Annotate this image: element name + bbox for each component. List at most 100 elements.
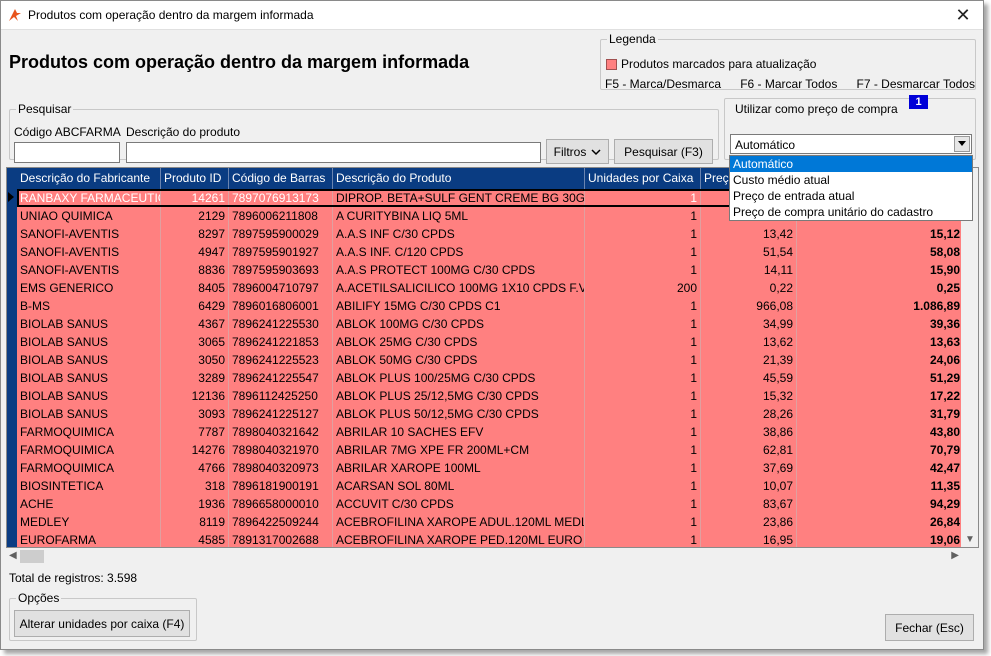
table-cell: 1 (585, 495, 701, 513)
horizontal-scroll-thumb[interactable] (20, 550, 44, 563)
chevron-down-icon (591, 148, 601, 155)
table-cell: 1 (585, 351, 701, 369)
table-cell: ABRILAR XAROPE 100ML (333, 459, 585, 477)
column-header[interactable]: Descrição do Fabricante (17, 168, 161, 189)
code-label: Código ABCFARMA (14, 125, 121, 139)
table-cell: ABLOK PLUS 50/12,5MG C/30 CPDS (333, 405, 585, 423)
search-button[interactable]: Pesquisar (F3) (614, 139, 713, 164)
table-row[interactable]: BIOLAB SANUS 3050 7896241225523 ABLOK 50MG … (17, 351, 964, 369)
table-cell: 3050 (161, 351, 229, 369)
table-cell: ABRILAR 10 SACHES EFV (333, 423, 585, 441)
horizontal-scrollbar[interactable]: ◀ ▶ (6, 548, 962, 565)
dropdown-option[interactable]: Custo médio atual (730, 172, 972, 188)
table-row[interactable]: SANOFI-AVENTIS 8297 7897595900029 A.A.S INF… (17, 225, 964, 243)
column-header[interactable]: Produto ID (161, 168, 229, 189)
table-cell: 23,86 (701, 513, 797, 531)
table-row[interactable]: BIOLAB SANUS 3289 7896241225547 ABLOK PLUS … (17, 369, 964, 387)
scroll-right-icon[interactable]: ▶ (951, 550, 959, 561)
dropdown-option[interactable]: Preço de entrada atual (730, 188, 972, 204)
page-title: Produtos com operação dentro da margem i… (9, 52, 470, 72)
table-cell: 7898040321970 (229, 441, 333, 459)
table-cell: 7896241221853 (229, 333, 333, 351)
table-cell: EUROFARMA (17, 531, 161, 547)
table-cell: 7896241225523 (229, 351, 333, 369)
table-row[interactable]: FARMOQUIMICA 14276 7898040321970 ABRILAR 7M… (17, 441, 964, 459)
table-cell: ABLOK 100MG C/30 CPDS (333, 315, 585, 333)
table-row[interactable]: ACHE 1936 7896658000010 ACCUVIT C/30 CPDS 1 8… (17, 495, 964, 513)
main-window: Produtos com operação dentro da margem i… (0, 0, 984, 650)
table-row[interactable]: BIOLAB SANUS 4367 7896241225530 ABLOK 100MG… (17, 315, 964, 333)
table-row[interactable]: FARMOQUIMICA 4766 7898040320973 ABRILAR XAR… (17, 459, 964, 477)
purchase-price-select[interactable]: Automático (730, 134, 972, 154)
table-row[interactable]: MEDLEY 8119 7896422509244 ACEBROFILINA XARO… (17, 513, 964, 531)
table-cell: 7896181900191 (229, 477, 333, 495)
table-cell: 7896006211808 (229, 207, 333, 225)
alter-units-button[interactable]: Alterar unidades por caixa (F4) (14, 610, 190, 637)
table-cell: 7896112425250 (229, 387, 333, 405)
scroll-down-icon[interactable]: ▼ (965, 534, 975, 545)
table-cell: A.ACETILSALICILICO 100MG 1X10 CPDS F.V (333, 279, 585, 297)
table-cell: 58,08 (797, 243, 964, 261)
table-cell: 8405 (161, 279, 229, 297)
table-cell: 1936 (161, 495, 229, 513)
table-cell: 7896241225530 (229, 315, 333, 333)
row-indicator-column (7, 168, 17, 547)
table-row[interactable]: SANOFI-AVENTIS 8836 7897595903693 A.A.S PRO… (17, 261, 964, 279)
table-cell: 38,86 (701, 423, 797, 441)
table-row[interactable]: EUROFARMA 4585 7891317002688 ACEBROFILINA X… (17, 531, 964, 547)
purchase-price-group: Utilizar como preço de compra 1 Automáti… (724, 95, 976, 160)
table-cell: 7896241225547 (229, 369, 333, 387)
description-input[interactable] (126, 142, 541, 163)
table-row[interactable]: EMS GENERICO 8405 7896004710797 A.ACETILSAL… (17, 279, 964, 297)
table-row[interactable]: FARMOQUIMICA 7787 7898040321642 ABRILAR 10 … (17, 423, 964, 441)
table-cell: 70,79 (797, 441, 964, 459)
table-cell: 2129 (161, 207, 229, 225)
table-cell: 1 (585, 405, 701, 423)
close-button[interactable]: Fechar (Esc) (885, 614, 974, 641)
table-cell: 1 (585, 387, 701, 405)
table-cell: 13,63 (797, 333, 964, 351)
table-cell: 4367 (161, 315, 229, 333)
table-cell: 51,29 (797, 369, 964, 387)
table-cell: DIPROP. BETA+SULF GENT CREME BG 30G (333, 189, 585, 207)
table-cell: 14,11 (701, 261, 797, 279)
products-grid[interactable]: Descrição do Fabricante Produto ID Código … (6, 167, 979, 548)
table-cell: BIOLAB SANUS (17, 333, 161, 351)
table-cell: 1 (585, 243, 701, 261)
code-input[interactable] (14, 142, 120, 163)
dropdown-option[interactable]: Automático (730, 156, 972, 172)
table-row[interactable]: BIOLAB SANUS 12136 7896112425250 ABLOK PLUS… (17, 387, 964, 405)
table-cell: 42,47 (797, 459, 964, 477)
search-group: Pesquisar Código ABCFARMA Descrição do p… (9, 102, 719, 164)
table-cell: ABLOK PLUS 100/25MG C/30 CPDS (333, 369, 585, 387)
table-cell: ACCUVIT C/30 CPDS (333, 495, 585, 513)
table-cell: MEDLEY (17, 513, 161, 531)
scroll-left-icon[interactable]: ◀ (9, 550, 17, 561)
table-cell: 1 (585, 333, 701, 351)
column-header[interactable]: Código de Barras (229, 168, 333, 189)
chevron-down-icon[interactable] (954, 136, 970, 152)
filters-label: Filtros (553, 144, 587, 159)
vertical-scrollbar[interactable]: ▲ ▼ (961, 168, 978, 547)
table-cell: 83,67 (701, 495, 797, 513)
table-row[interactable]: BIOLAB SANUS 3065 7896241221853 ABLOK 25MG … (17, 333, 964, 351)
close-icon[interactable]: ✕ (943, 1, 983, 29)
table-cell: 14261 (161, 189, 229, 207)
column-header[interactable]: Unidades por Caixa (585, 168, 701, 189)
dropdown-option[interactable]: Preço de compra unitário do cadastro (730, 204, 972, 220)
table-row[interactable]: B-MS 6429 7896016806001 ABILIFY 15MG C/30 C… (17, 297, 964, 315)
table-cell: ACHE (17, 495, 161, 513)
select-value: Automático (735, 138, 796, 152)
table-row[interactable]: BIOSINTETICA 318 7896181900191 ACARSAN SOL … (17, 477, 964, 495)
column-header[interactable]: Descrição do Produto (333, 168, 585, 189)
table-cell: 1 (585, 207, 701, 225)
table-row[interactable]: BIOLAB SANUS 3093 7896241225127 ABLOK PLUS … (17, 405, 964, 423)
table-cell: 0,22 (701, 279, 797, 297)
table-cell: 318 (161, 477, 229, 495)
table-cell: 15,90 (797, 261, 964, 279)
table-cell: 7787 (161, 423, 229, 441)
table-cell: SANOFI-AVENTIS (17, 243, 161, 261)
filters-button[interactable]: Filtros (546, 139, 609, 164)
table-row[interactable]: SANOFI-AVENTIS 4947 7897595901927 A.A.S INF… (17, 243, 964, 261)
table-cell: 1 (585, 513, 701, 531)
